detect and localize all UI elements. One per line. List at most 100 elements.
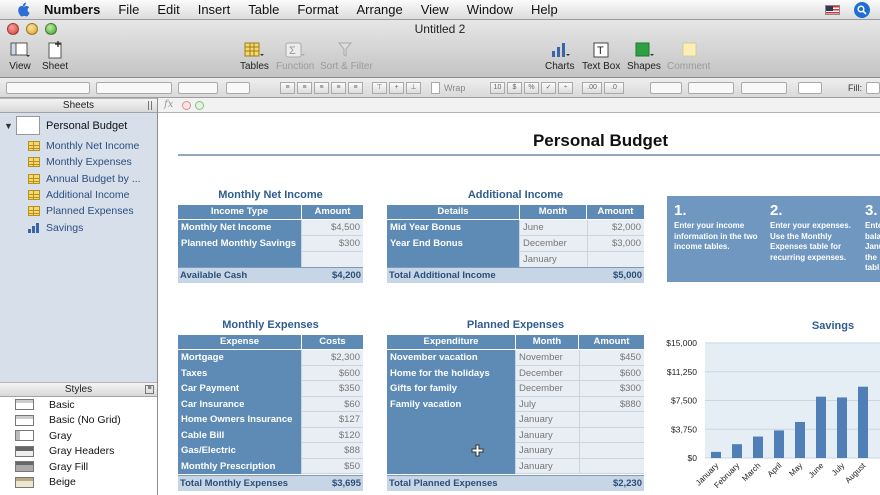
number-format-button[interactable]: 10 [490, 82, 505, 94]
style-popup[interactable] [6, 82, 90, 94]
align-justify-button[interactable]: ≡ [331, 82, 346, 94]
table-cell[interactable]: December [515, 365, 579, 381]
menu-table[interactable]: Table [239, 2, 288, 17]
table-cell[interactable]: Taxes [178, 365, 301, 381]
style-item-gray-headers[interactable]: Gray Headers [0, 444, 157, 460]
align-auto-button[interactable]: ≡ [348, 82, 363, 94]
table-cell[interactable]: Year End Bonus [387, 236, 519, 252]
align-left-button[interactable]: ≡ [280, 82, 295, 94]
border-color-popup[interactable] [741, 82, 787, 94]
table-cell[interactable]: Home for the holidays [387, 366, 515, 382]
table-cell[interactable] [387, 459, 515, 475]
valign-top-button[interactable]: ⊤ [372, 82, 387, 94]
column-header[interactable]: Amount [302, 205, 363, 219]
style-item-beige[interactable]: Beige [0, 475, 157, 491]
style-item-gray-fill[interactable]: Gray Fill [0, 459, 157, 475]
table-cell[interactable]: December [519, 236, 587, 252]
checkbox-format-button[interactable]: ✓ [541, 82, 556, 94]
decrease-decimals-button[interactable]: .0 [604, 82, 624, 94]
align-center-button[interactable]: ≡ [297, 82, 312, 94]
table-cell[interactable]: $600 [579, 365, 644, 381]
table-cell[interactable] [579, 412, 644, 428]
percent-format-button[interactable]: % [524, 82, 539, 94]
table-cell[interactable]: $60 [301, 396, 363, 412]
table-cell[interactable]: $120 [301, 427, 363, 443]
instructions-box[interactable]: 1. Enter your income information in the … [667, 196, 880, 282]
input-source-flag-icon[interactable] [825, 5, 840, 15]
font-style-popup[interactable] [178, 82, 218, 94]
border-width-popup[interactable] [688, 82, 734, 94]
table-cell[interactable]: Mortgage [178, 350, 301, 366]
style-item-basic[interactable]: Basic [0, 397, 157, 413]
table-cell[interactable]: Planned Monthly Savings [178, 236, 301, 252]
cancel-formula-icon[interactable] [182, 101, 191, 110]
table-cell[interactable]: $4,500 [301, 220, 363, 236]
menu-edit[interactable]: Edit [148, 2, 188, 17]
table-cell[interactable]: Family vacation [387, 397, 515, 413]
table-cell[interactable] [301, 252, 363, 268]
table-cell[interactable] [387, 412, 515, 428]
table-footer-row[interactable]: Total Additional Income $5,000 [387, 267, 644, 283]
table-footer-row[interactable]: Total Planned Expenses $2,230 [387, 475, 644, 491]
column-header[interactable]: Expense [178, 335, 301, 349]
border-style-popup[interactable] [650, 82, 682, 94]
sidebar-table-monthly-expenses[interactable]: Monthly Expenses [0, 154, 157, 170]
table-cell[interactable] [387, 252, 519, 268]
font-size-field[interactable] [226, 82, 250, 94]
table-cell[interactable]: January [515, 427, 579, 443]
column-header[interactable]: Amount [579, 335, 644, 349]
sheet-item-personal-budget[interactable]: ▼ Personal Budget [0, 113, 157, 138]
column-header[interactable]: Month [516, 335, 578, 349]
table-cell[interactable] [587, 252, 644, 268]
column-header[interactable]: Month [520, 205, 586, 219]
table-cell[interactable]: $600 [301, 365, 363, 381]
column-header[interactable]: Costs [302, 335, 363, 349]
resize-grip-icon[interactable] [148, 101, 152, 110]
table-cell[interactable]: Gifts for family [387, 381, 515, 397]
table-cell[interactable]: $3,000 [587, 236, 644, 252]
table-cell[interactable]: Mid Year Bonus [387, 220, 519, 236]
menu-view[interactable]: View [412, 2, 458, 17]
table-cell[interactable]: January [515, 458, 579, 474]
shapes-button[interactable]: Shapes [627, 41, 661, 72]
apple-logo-icon[interactable] [12, 0, 34, 20]
table-cell[interactable]: $2,000 [587, 220, 644, 236]
sidebar-table-annual-budget[interactable]: Annual Budget by ... [0, 171, 157, 187]
valign-bottom-button[interactable]: ⊥ [406, 82, 421, 94]
table-cell[interactable]: $350 [301, 381, 363, 397]
table-cell[interactable]: $300 [301, 236, 363, 252]
table-cell[interactable]: $88 [301, 443, 363, 459]
table-cell[interactable]: $300 [579, 381, 644, 397]
view-button[interactable]: View [9, 41, 31, 72]
table-cell[interactable]: $50 [301, 458, 363, 474]
menu-arrange[interactable]: Arrange [347, 2, 411, 17]
table-cell[interactable]: $450 [579, 350, 644, 366]
table-cell[interactable]: Gas/Electric [178, 443, 301, 459]
spotlight-search-icon[interactable] [854, 2, 870, 18]
text-box-button[interactable]: T Text Box [582, 41, 620, 72]
table-cell[interactable]: November vacation [387, 350, 515, 366]
savings-chart[interactable]: $0$3,750$7,500$11,250$15,000JanuaryFebru… [658, 333, 880, 495]
table-cell[interactable]: Monthly Net Income [178, 220, 301, 236]
table-cell[interactable] [579, 427, 644, 443]
table-cell[interactable]: July [515, 396, 579, 412]
stepper-format-button[interactable]: ÷ [558, 82, 573, 94]
function-button[interactable]: Σ Function [276, 41, 314, 72]
increase-decimals-button[interactable]: .00 [582, 82, 602, 94]
column-header[interactable]: Details [387, 205, 519, 219]
table-cell[interactable]: Monthly Prescription [178, 458, 301, 474]
table-footer-row[interactable]: Total Monthly Expenses $3,695 [178, 475, 363, 491]
table-cell[interactable]: January [515, 443, 579, 459]
currency-format-button[interactable]: $ [507, 82, 522, 94]
comment-button[interactable]: Comment [667, 41, 710, 72]
disclosure-triangle-icon[interactable]: ▼ [4, 121, 14, 131]
styles-menu-icon[interactable]: ≡ [145, 385, 154, 394]
menu-format[interactable]: Format [288, 2, 347, 17]
table-cell[interactable]: $127 [301, 412, 363, 428]
sidebar-chart-savings[interactable]: Savings [0, 219, 157, 235]
menu-file[interactable]: File [109, 2, 148, 17]
table-cell[interactable]: November [515, 350, 579, 366]
column-header[interactable]: Amount [587, 205, 644, 219]
table-cell[interactable]: Car Insurance [178, 396, 301, 412]
table-cell[interactable]: $880 [579, 396, 644, 412]
